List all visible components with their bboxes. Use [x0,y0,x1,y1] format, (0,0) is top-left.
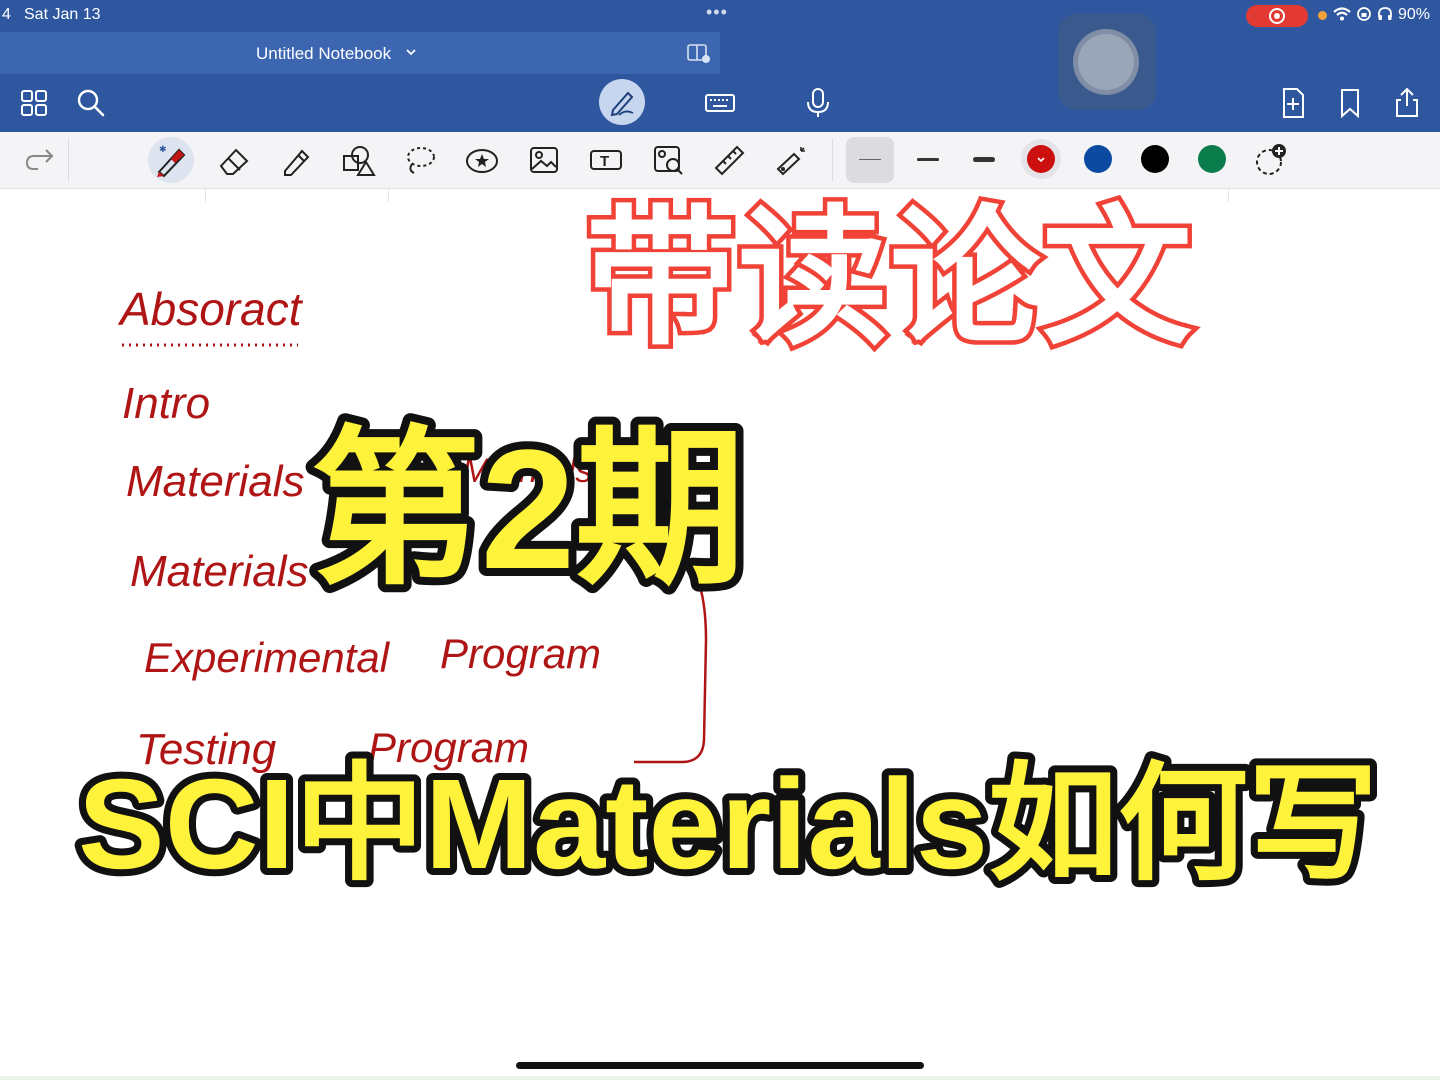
note-program-1: Program [440,630,601,677]
overlay-title: 带读论文 [586,194,1194,362]
note-experimental: Experimental [144,634,391,681]
headline: SCI中Materials如何写 [78,753,1378,896]
notebook-canvas[interactable]: Absoract Intro Materials Methods Materia… [0,0,1440,1080]
note-materials-methods-1: Materials [126,457,305,506]
bottom-edge [0,1076,1440,1080]
note-intro: Intro [122,379,210,428]
episode-label: 第2期 [311,415,746,605]
note-materials-2: Materials [130,547,309,596]
connector-bracket [634,577,708,764]
note-abstract: Absoract [117,283,304,335]
home-indicator[interactable] [516,1062,924,1069]
